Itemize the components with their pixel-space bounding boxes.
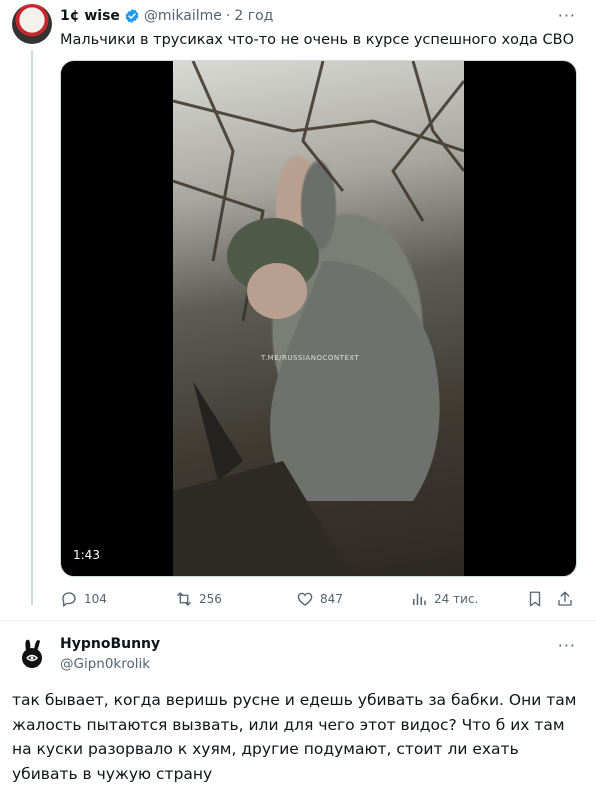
video-player[interactable]: T.ME/RUSSIANOCONTEXT 1:43 xyxy=(60,60,577,577)
tweet-actions: 104 256 847 24 тис. xyxy=(60,590,580,612)
reply-button[interactable]: 104 xyxy=(60,590,107,608)
more-icon[interactable]: ··· xyxy=(558,636,576,655)
author-name[interactable]: 1¢ wise xyxy=(60,8,120,24)
reply-count: 104 xyxy=(84,592,107,606)
share-button[interactable] xyxy=(556,590,580,608)
tweet-header: 1¢ wise @mikailme · 2 год xyxy=(60,6,273,26)
reply-author-handle[interactable]: @Gipn0krolik xyxy=(60,656,150,672)
retweet-count: 256 xyxy=(199,592,222,606)
more-icon[interactable]: ··· xyxy=(558,6,576,25)
tweet-text: Мальчики в трусиках что-то не очень в ку… xyxy=(60,32,574,48)
like-count: 847 xyxy=(320,592,343,606)
retweet-icon xyxy=(177,592,191,606)
verified-icon xyxy=(125,9,139,23)
views-icon xyxy=(413,593,426,605)
reply-icon xyxy=(62,592,76,608)
separator-dot: · xyxy=(225,8,231,24)
author-avatar[interactable] xyxy=(12,4,52,44)
bunny-logo-icon xyxy=(22,639,42,668)
author-handle[interactable]: @mikailme xyxy=(144,8,222,24)
video-watermark: T.ME/RUSSIANOCONTEXT xyxy=(261,354,360,362)
video-scene xyxy=(173,61,464,576)
views-count: 24 тис. xyxy=(434,592,479,606)
reply-avatar[interactable] xyxy=(12,634,52,674)
like-icon xyxy=(297,592,313,606)
bookmark-icon xyxy=(529,591,541,607)
share-icon xyxy=(558,591,572,606)
divider xyxy=(0,620,596,621)
bookmark-button[interactable] xyxy=(526,590,550,608)
thread-line xyxy=(31,50,33,605)
views-button[interactable]: 24 тис. xyxy=(410,590,478,608)
retweet-button[interactable]: 256 xyxy=(175,590,222,608)
tweet-time[interactable]: 2 год xyxy=(234,8,273,24)
reply-text: так бывает, когда веришь русне и едешь у… xyxy=(12,691,577,783)
video-duration: 1:43 xyxy=(73,548,100,562)
video-frame: T.ME/RUSSIANOCONTEXT xyxy=(173,61,464,576)
reply-author-name[interactable]: HypnoBunny xyxy=(60,636,160,652)
like-button[interactable]: 847 xyxy=(296,590,343,608)
